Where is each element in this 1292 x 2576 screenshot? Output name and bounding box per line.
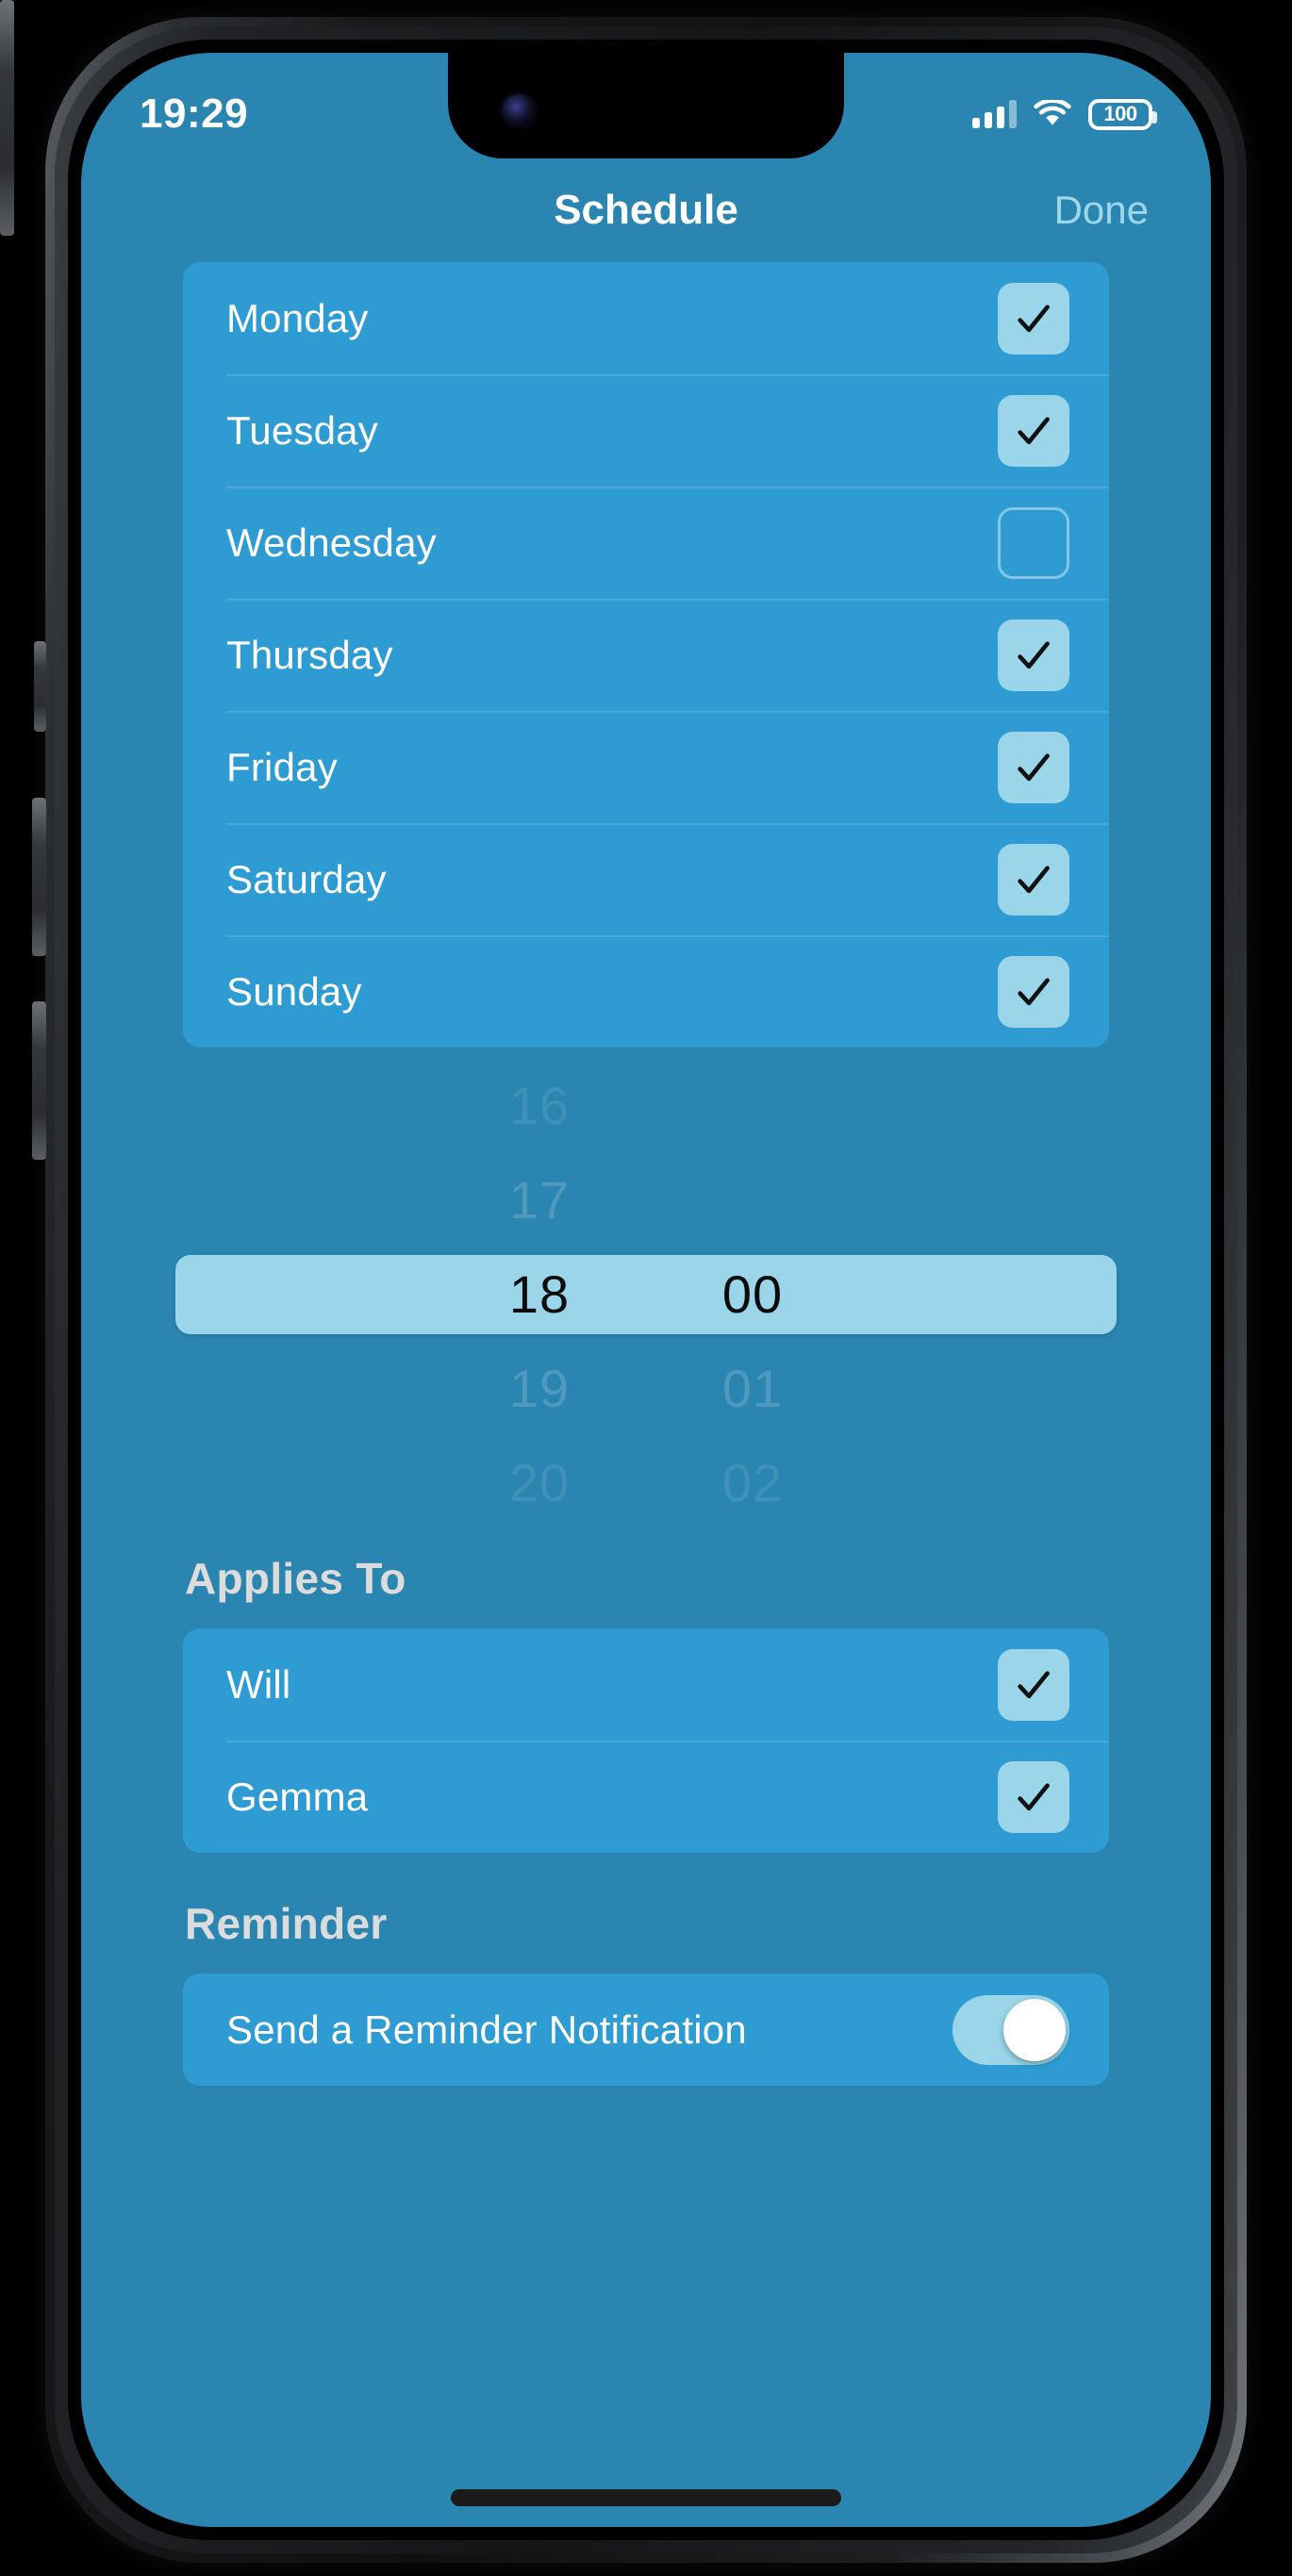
- reminder-card: Send a Reminder Notification: [183, 1973, 1109, 2086]
- table-row[interactable]: Saturday: [183, 823, 1109, 935]
- checkbox-checked-icon[interactable]: [998, 1648, 1069, 1721]
- time-picker-hours-column[interactable]: 16 17 18 19 20: [455, 1082, 624, 1508]
- person-row-label: Will: [226, 1661, 291, 1707]
- applies-to-header: Applies To: [185, 1554, 406, 1603]
- table-row[interactable]: Friday: [183, 711, 1109, 823]
- time-picker[interactable]: 16 17 18 19 20 00 01 02: [81, 1082, 1211, 1508]
- battery-percent-label: 100: [1103, 102, 1137, 125]
- hour-item[interactable]: 19: [455, 1342, 624, 1436]
- battery-icon: 100: [1088, 98, 1157, 130]
- table-row[interactable]: Gemma: [183, 1741, 1109, 1853]
- done-button[interactable]: Done: [1054, 188, 1149, 233]
- checkbox-checked-icon[interactable]: [998, 394, 1069, 467]
- day-row-label: Friday: [226, 744, 338, 789]
- hour-item[interactable]: 18: [455, 1247, 624, 1342]
- time-picker-minutes-column[interactable]: 00 01 02: [668, 1082, 837, 1508]
- days-list-card: Monday Tuesday Wednesday Thursday Friday Satu…: [183, 262, 1109, 1048]
- table-row[interactable]: Monday: [183, 262, 1109, 374]
- screenshot-root: 19:29 100 Schedule Done Monday Tuesday W…: [0, 0, 1292, 2576]
- status-bar-clock: 19:29: [140, 91, 249, 137]
- power-button[interactable]: [0, 0, 14, 236]
- table-row[interactable]: Tuesday: [183, 374, 1109, 487]
- day-row-label: Sunday: [226, 968, 362, 1014]
- table-row[interactable]: Sunday: [183, 935, 1109, 1048]
- toggle-knob: [1003, 1998, 1066, 2061]
- checkbox-checked-icon[interactable]: [998, 955, 1069, 1028]
- silent-switch-button[interactable]: [34, 641, 46, 732]
- day-row-label: Thursday: [226, 632, 393, 677]
- day-row-label: Tuesday: [226, 407, 378, 453]
- hour-item[interactable]: 17: [455, 1153, 624, 1247]
- reminder-toggle[interactable]: [952, 1994, 1069, 2065]
- navigation-bar: Schedule Done: [81, 158, 1211, 262]
- minute-item[interactable]: 02: [668, 1436, 837, 1508]
- time-picker-columns: 16 17 18 19 20 00 01 02: [81, 1082, 1211, 1508]
- minute-item[interactable]: 00: [668, 1247, 837, 1342]
- reminder-row[interactable]: Send a Reminder Notification: [183, 1973, 1109, 2086]
- page-title: Schedule: [554, 187, 738, 233]
- table-row[interactable]: Wednesday: [183, 487, 1109, 599]
- phone-screen: 19:29 100 Schedule Done Monday Tuesday W…: [81, 53, 1211, 2527]
- checkbox-checked-icon[interactable]: [998, 619, 1069, 691]
- home-indicator[interactable]: [451, 2489, 841, 2506]
- table-row[interactable]: Will: [183, 1628, 1109, 1741]
- reminder-header: Reminder: [185, 1899, 388, 1948]
- hour-item[interactable]: 20: [455, 1436, 624, 1508]
- checkbox-checked-icon[interactable]: [998, 1760, 1069, 1833]
- scroll-content[interactable]: Monday Tuesday Wednesday Thursday Friday Satu…: [81, 262, 1211, 2527]
- wifi-icon: [1034, 98, 1071, 128]
- table-row[interactable]: Thursday: [183, 599, 1109, 711]
- hour-item[interactable]: 16: [455, 1082, 624, 1153]
- day-row-label: Saturday: [226, 856, 387, 901]
- cellular-bars-icon: [972, 100, 1017, 128]
- status-bar-indicators: 100: [972, 98, 1157, 130]
- display-notch: [448, 53, 844, 158]
- checkbox-checked-icon[interactable]: [998, 731, 1069, 803]
- minute-item[interactable]: 01: [668, 1342, 837, 1436]
- reminder-row-label: Send a Reminder Notification: [226, 2006, 747, 2052]
- person-row-label: Gemma: [226, 1774, 369, 1819]
- phone-bezel: 19:29 100 Schedule Done Monday Tuesday W…: [81, 53, 1211, 2527]
- day-row-label: Wednesday: [226, 520, 437, 565]
- checkbox-checked-icon[interactable]: [998, 843, 1069, 916]
- front-camera-icon: [503, 94, 535, 126]
- day-row-label: Monday: [226, 295, 369, 340]
- volume-up-button[interactable]: [32, 798, 46, 956]
- checkbox-checked-icon[interactable]: [998, 282, 1069, 355]
- volume-down-button[interactable]: [32, 1001, 46, 1160]
- applies-to-card: Will Gemma: [183, 1628, 1109, 1853]
- checkbox-unchecked-icon[interactable]: [998, 506, 1069, 579]
